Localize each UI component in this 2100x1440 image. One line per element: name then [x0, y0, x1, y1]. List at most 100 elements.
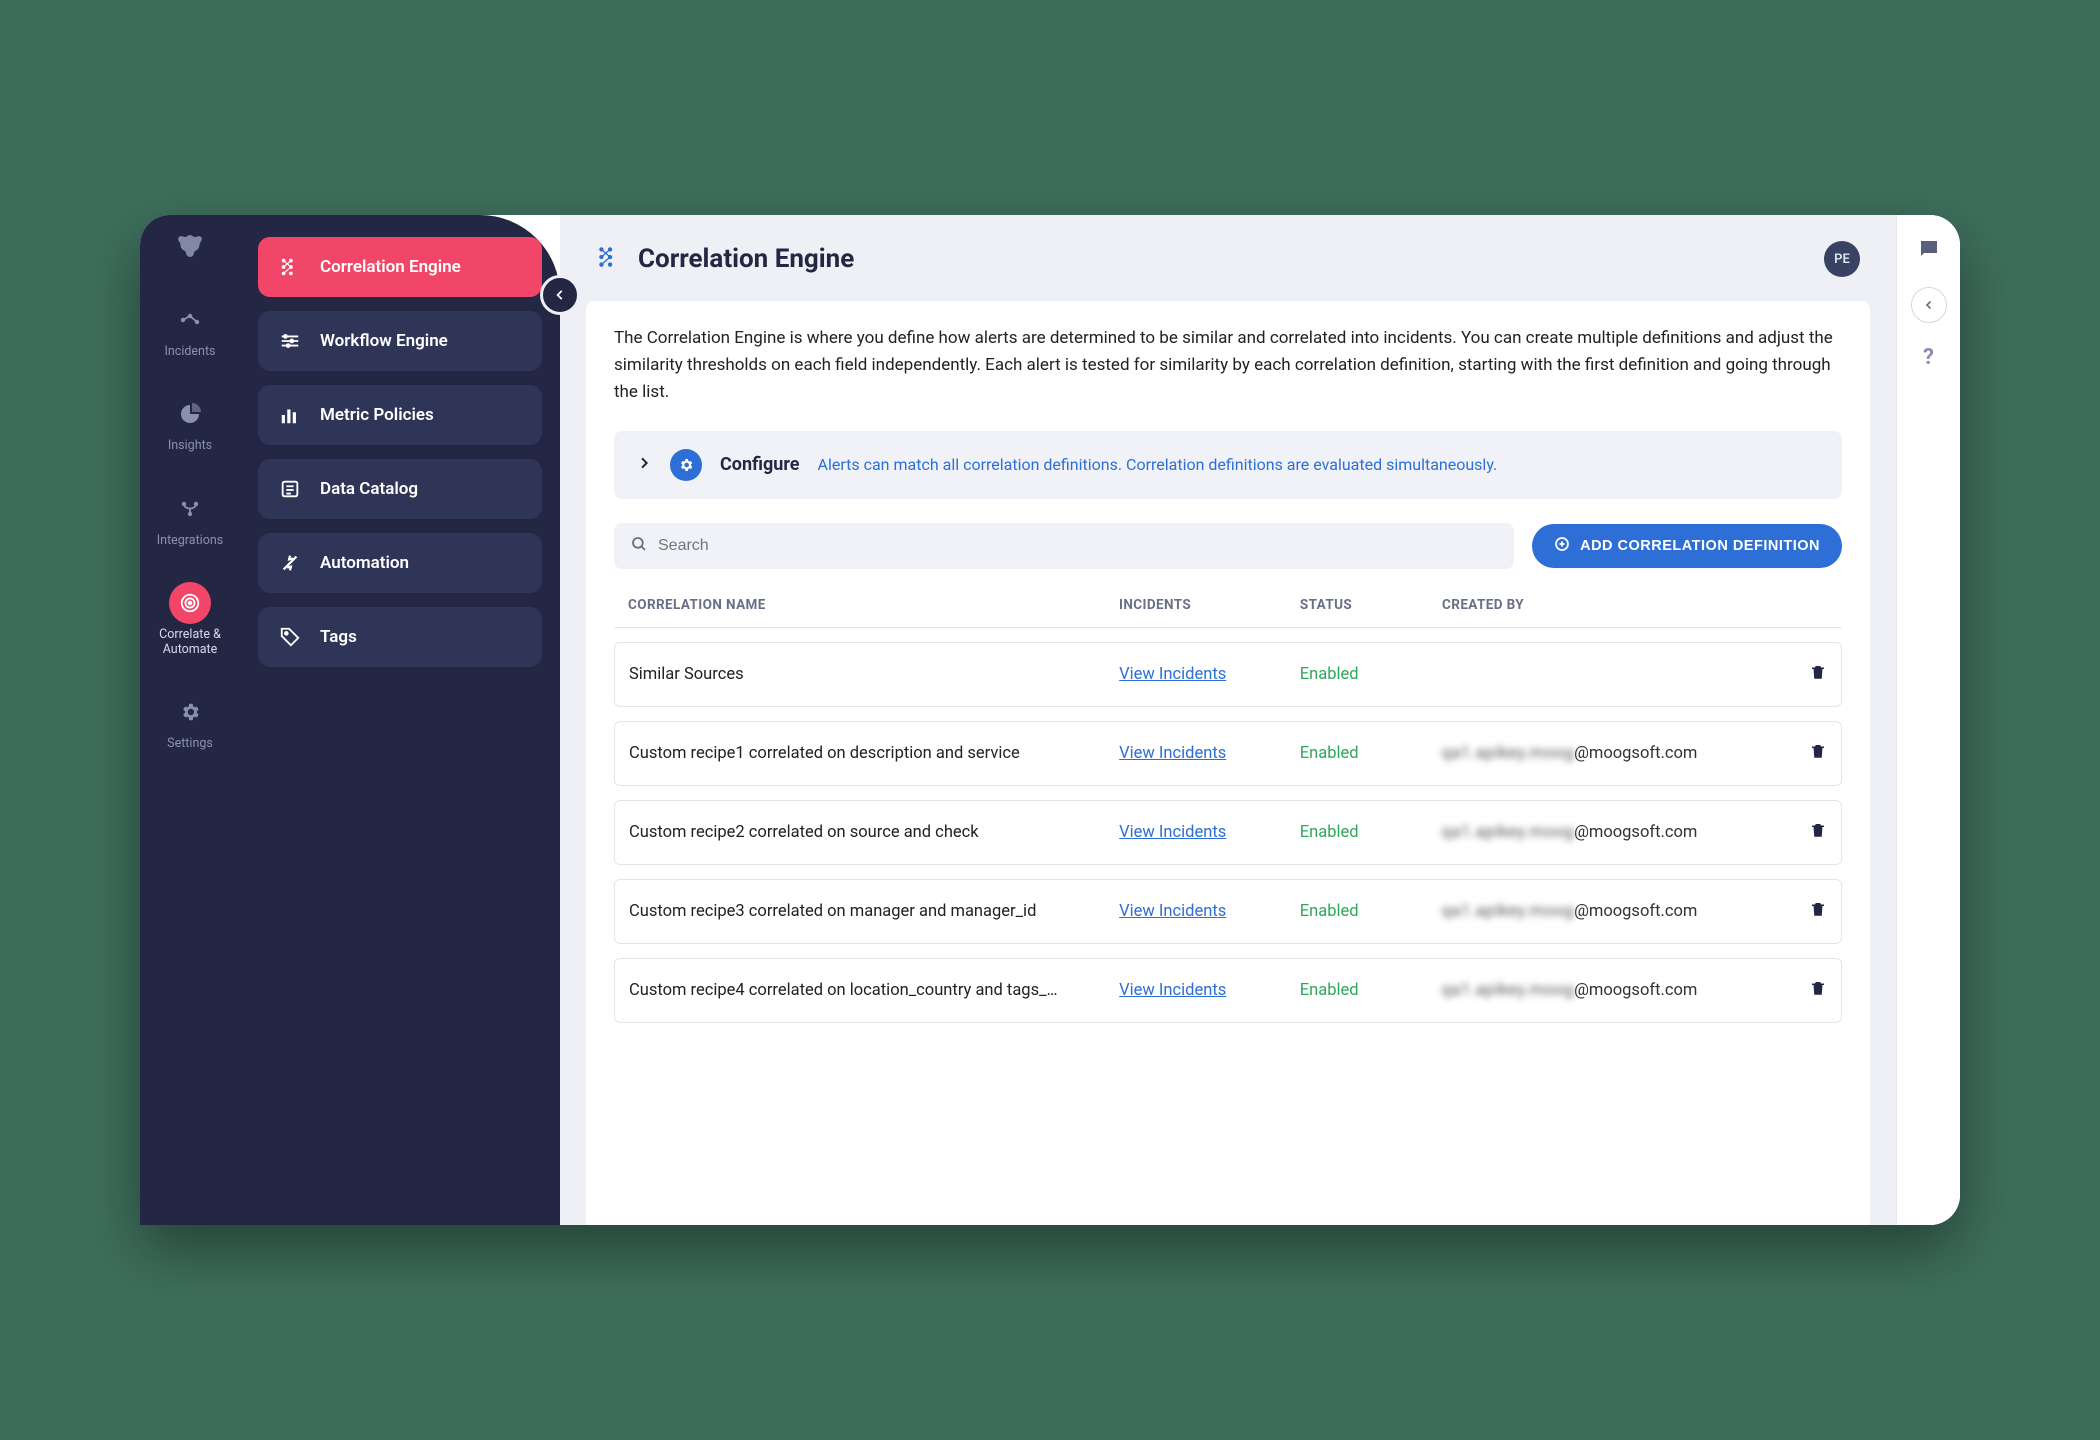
integrations-icon — [169, 488, 211, 530]
chat-icon[interactable] — [1917, 237, 1941, 265]
table-body: Similar SourcesView IncidentsEnabledCust… — [614, 642, 1842, 1023]
delete-row-button[interactable] — [1809, 742, 1827, 765]
view-incidents-link[interactable]: View Incidents — [1119, 665, 1300, 684]
rail-label: Integrations — [157, 534, 223, 548]
row-creator: qa1.apikey.moog@moogsoft.com — [1442, 902, 1777, 921]
rail-item-correlate-automate[interactable]: Correlate & Automate — [140, 576, 240, 663]
page-title-icon — [596, 244, 622, 274]
row-status: Enabled — [1300, 823, 1442, 842]
subnav-item-workflow-engine[interactable]: Workflow Engine — [258, 311, 542, 371]
subnav-item-correlation-engine[interactable]: Correlation Engine — [258, 237, 542, 297]
app-shell: Incidents Insights Integrations Correlat… — [140, 215, 1960, 1225]
trash-icon — [1809, 900, 1827, 918]
main-content: Correlation Engine PE The Correlation En… — [560, 215, 1896, 1225]
table-row[interactable]: Custom recipe2 correlated on source and … — [614, 800, 1842, 865]
rail-item-settings[interactable]: Settings — [140, 685, 240, 757]
delete-row-button[interactable] — [1809, 821, 1827, 844]
user-avatar[interactable]: PE — [1824, 241, 1860, 277]
tags-icon — [278, 625, 302, 649]
delete-row-button[interactable] — [1809, 663, 1827, 686]
search-icon — [630, 535, 648, 557]
configure-label: Configure — [720, 454, 800, 475]
automation-icon — [278, 551, 302, 575]
subnav-item-metric-policies[interactable]: Metric Policies — [258, 385, 542, 445]
view-incidents-link[interactable]: View Incidents — [1119, 981, 1300, 1000]
row-creator: qa1.apikey.moog@moogsoft.com — [1442, 981, 1777, 1000]
table-row[interactable]: Custom recipe4 correlated on location_co… — [614, 958, 1842, 1023]
row-status: Enabled — [1300, 902, 1442, 921]
rail-label: Insights — [168, 439, 212, 453]
table-row[interactable]: Similar SourcesView IncidentsEnabled — [614, 642, 1842, 707]
col-name: CORRELATION NAME — [628, 597, 1119, 613]
trash-icon — [1809, 742, 1827, 760]
correlation-engine-icon — [278, 255, 302, 279]
secondary-nav: Correlation Engine Workflow Engine Metri… — [240, 215, 560, 1225]
metric-policies-icon — [278, 403, 302, 427]
subnav-label: Automation — [320, 553, 409, 573]
row-status: Enabled — [1300, 981, 1442, 1000]
main-body: The Correlation Engine is where you defi… — [586, 301, 1870, 1225]
primary-nav-rail: Incidents Insights Integrations Correlat… — [140, 215, 240, 1225]
trash-icon — [1809, 663, 1827, 681]
settings-icon — [169, 691, 211, 733]
data-catalog-icon — [278, 477, 302, 501]
subnav-label: Tags — [320, 627, 357, 647]
table-row[interactable]: Custom recipe1 correlated on description… — [614, 721, 1842, 786]
main-header: Correlation Engine PE — [560, 215, 1896, 287]
search-input[interactable] — [658, 537, 1498, 555]
right-gutter: ? — [1896, 215, 1960, 1225]
rail-label: Incidents — [164, 345, 215, 359]
row-name: Custom recipe1 correlated on description… — [629, 744, 1119, 763]
view-incidents-link[interactable]: View Incidents — [1119, 902, 1300, 921]
col-incidents: INCIDENTS — [1119, 597, 1300, 613]
app-logo-icon — [176, 235, 204, 261]
row-creator: qa1.apikey.moog@moogsoft.com — [1442, 823, 1777, 842]
collapse-sidebar-button[interactable] — [540, 275, 580, 315]
view-incidents-link[interactable]: View Incidents — [1119, 823, 1300, 842]
rail-item-insights[interactable]: Insights — [140, 387, 240, 459]
search-row: ADD CORRELATION DEFINITION — [614, 523, 1842, 569]
row-name: Custom recipe4 correlated on location_co… — [629, 981, 1119, 1000]
trash-icon — [1809, 821, 1827, 839]
gear-icon — [670, 449, 702, 481]
table-header: CORRELATION NAME INCIDENTS STATUS CREATE… — [614, 597, 1842, 628]
row-status: Enabled — [1300, 744, 1442, 763]
rail-label: Correlate & Automate — [145, 628, 235, 657]
insights-icon — [169, 393, 211, 435]
col-created-by: CREATED BY — [1442, 597, 1778, 613]
configure-panel[interactable]: Configure Alerts can match all correlati… — [614, 431, 1842, 499]
subnav-item-tags[interactable]: Tags — [258, 607, 542, 667]
rail-label: Settings — [167, 737, 213, 751]
row-status: Enabled — [1300, 665, 1442, 684]
subnav-item-automation[interactable]: Automation — [258, 533, 542, 593]
delete-row-button[interactable] — [1809, 979, 1827, 1002]
col-status: STATUS — [1300, 597, 1442, 613]
add-correlation-button[interactable]: ADD CORRELATION DEFINITION — [1532, 524, 1842, 568]
help-icon[interactable]: ? — [1923, 345, 1934, 370]
chevron-right-icon — [636, 455, 652, 475]
subnav-item-data-catalog[interactable]: Data Catalog — [258, 459, 542, 519]
table-row[interactable]: Custom recipe3 correlated on manager and… — [614, 879, 1842, 944]
plus-circle-icon — [1554, 536, 1570, 556]
page-title: Correlation Engine — [638, 244, 854, 274]
subnav-label: Metric Policies — [320, 405, 434, 425]
subnav-label: Correlation Engine — [320, 257, 461, 277]
view-incidents-link[interactable]: View Incidents — [1119, 744, 1300, 763]
add-button-label: ADD CORRELATION DEFINITION — [1580, 538, 1820, 554]
row-name: Custom recipe3 correlated on manager and… — [629, 902, 1119, 921]
rail-item-incidents[interactable]: Incidents — [140, 293, 240, 365]
search-box[interactable] — [614, 523, 1514, 569]
workflow-engine-icon — [278, 329, 302, 353]
page-description: The Correlation Engine is where you defi… — [614, 325, 1842, 407]
subnav-label: Data Catalog — [320, 479, 418, 499]
delete-row-button[interactable] — [1809, 900, 1827, 923]
trash-icon — [1809, 979, 1827, 997]
row-name: Custom recipe2 correlated on source and … — [629, 823, 1119, 842]
configure-message: Alerts can match all correlation definit… — [818, 455, 1498, 474]
row-name: Similar Sources — [629, 665, 1119, 684]
incidents-icon — [169, 299, 211, 341]
collapse-right-button[interactable] — [1911, 287, 1947, 323]
row-creator: qa1.apikey.moog@moogsoft.com — [1442, 744, 1777, 763]
subnav-label: Workflow Engine — [320, 331, 448, 351]
rail-item-integrations[interactable]: Integrations — [140, 482, 240, 554]
